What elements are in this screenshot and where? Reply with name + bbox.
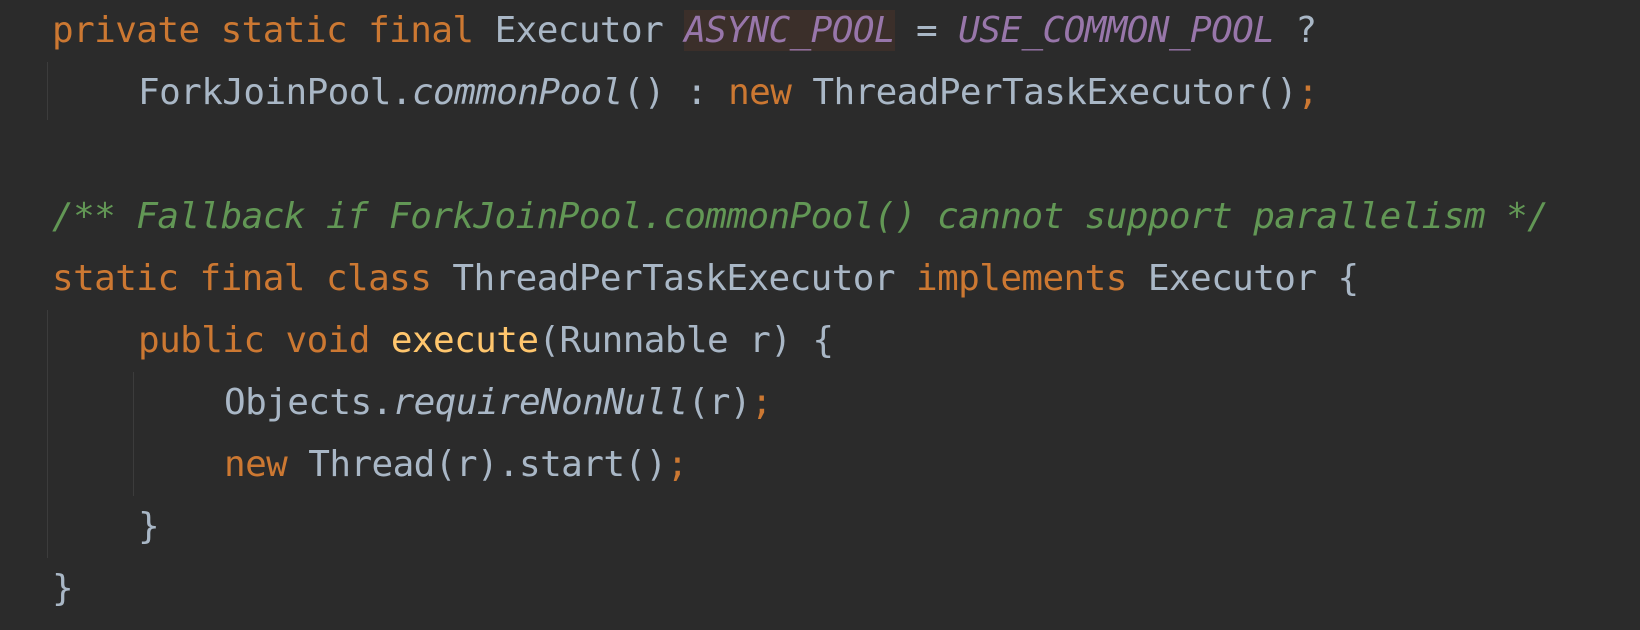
field-reference[interactable]: USE_COMMON_POOL (958, 10, 1275, 51)
method-declaration[interactable]: execute (391, 320, 539, 361)
class-name[interactable]: ThreadPerTaskExecutor (452, 258, 916, 299)
closing-brace: } (138, 506, 160, 547)
keyword: private static final (52, 10, 495, 51)
doc-comment: /** Fallback if ForkJoinPool.commonPool(… (52, 196, 1549, 237)
code-line-5[interactable]: static final class ThreadPerTaskExecutor… (52, 248, 1359, 310)
operator: () : (622, 72, 729, 113)
keyword: implements (916, 258, 1148, 299)
highlighted-field[interactable]: ASYNC_POOL (684, 10, 896, 51)
interface-name[interactable]: Executor { (1148, 258, 1359, 299)
indent-guide (47, 310, 48, 558)
keyword: new (728, 72, 813, 113)
operator: ? (1274, 10, 1317, 51)
constructor-call[interactable]: ThreadPerTaskExecutor() (812, 72, 1297, 113)
static-method-call[interactable]: requireNonNull (393, 382, 689, 423)
class-reference: Objects. (224, 382, 393, 423)
keyword: static final class (52, 258, 453, 299)
semicolon: ; (750, 382, 773, 423)
operator: = (894, 10, 959, 51)
arguments: (r) (687, 382, 752, 423)
class-reference: ForkJoinPool. (138, 72, 413, 113)
indent-guide (47, 62, 48, 120)
keyword: new (224, 444, 309, 485)
code-line-8[interactable]: new Thread(r).start(); (52, 434, 688, 496)
code-line-6[interactable]: public void execute(Runnable r) { (52, 310, 834, 372)
code-line-9[interactable]: } (52, 496, 160, 558)
code-editor[interactable]: private static final Executor ASYNC_POOL… (0, 0, 1640, 630)
parameters: (Runnable r) { (538, 320, 834, 361)
keyword: public void (138, 320, 391, 361)
thread-start-call[interactable]: Thread(r).start() (308, 444, 667, 485)
code-line-7[interactable]: Objects.requireNonNull(r); (52, 372, 773, 434)
semicolon: ; (666, 444, 689, 485)
closing-brace: } (52, 568, 74, 609)
code-line-4[interactable]: /** Fallback if ForkJoinPool.commonPool(… (52, 186, 1549, 248)
static-method-call[interactable]: commonPool (412, 72, 623, 113)
code-line-1[interactable]: private static final Executor ASYNC_POOL… (52, 0, 1317, 62)
semicolon: ; (1297, 72, 1319, 113)
code-line-2[interactable]: ForkJoinPool.commonPool() : new ThreadPe… (52, 62, 1319, 124)
code-line-10[interactable]: } (52, 558, 74, 620)
type-name: Executor (494, 10, 685, 51)
